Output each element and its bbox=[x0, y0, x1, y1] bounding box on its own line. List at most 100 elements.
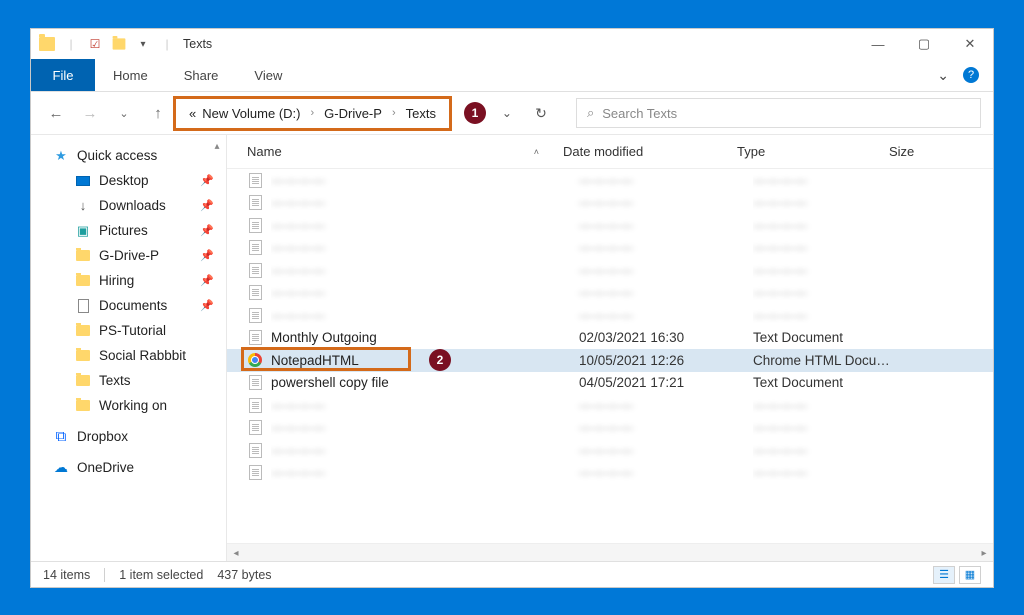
chevron-right-icon[interactable]: › bbox=[310, 107, 314, 119]
sidebar-item[interactable]: Documents 📌 bbox=[31, 293, 226, 318]
sidebar-item[interactable]: Desktop 📌 bbox=[31, 168, 226, 193]
breadcrumb-part-0[interactable]: New Volume (D:) bbox=[202, 106, 300, 121]
sidebar-item[interactable]: ↓ Downloads 📌 bbox=[31, 193, 226, 218]
file-type: Text Document bbox=[753, 330, 905, 345]
txt-file-icon bbox=[247, 217, 263, 233]
status-item-count: 14 items bbox=[43, 568, 90, 582]
txt-file-icon bbox=[247, 240, 263, 256]
file-name: ———— bbox=[271, 308, 579, 323]
file-row[interactable]: powershell copy file 04/05/2021 17:21 Te… bbox=[227, 372, 993, 395]
scrollbar-up-icon[interactable]: ▴ bbox=[210, 137, 224, 155]
recent-locations-icon[interactable]: ⌄ bbox=[111, 100, 137, 126]
new-folder-icon[interactable] bbox=[109, 34, 129, 54]
folder-icon bbox=[75, 348, 91, 364]
sidebar-item[interactable]: Hiring 📌 bbox=[31, 268, 226, 293]
folder-app-icon bbox=[37, 34, 57, 54]
file-row[interactable]: ———— ———— ———— bbox=[227, 259, 993, 282]
sidebar-item-label: Desktop bbox=[99, 173, 149, 188]
file-row[interactable]: ———— ———— ———— bbox=[227, 462, 993, 485]
details-view-button[interactable]: ☰ bbox=[933, 566, 955, 584]
help-icon[interactable]: ? bbox=[963, 67, 979, 83]
file-tab[interactable]: File bbox=[31, 59, 95, 91]
file-row[interactable]: ———— ———— ———— bbox=[227, 304, 993, 327]
address-dropdown-icon[interactable]: ⌄ bbox=[494, 106, 520, 120]
sidebar-quick-access[interactable]: ★ Quick access bbox=[31, 143, 226, 168]
sidebar-item[interactable]: PS-Tutorial bbox=[31, 318, 226, 343]
tab-share[interactable]: Share bbox=[166, 59, 237, 91]
file-row[interactable]: ———— ———— ———— bbox=[227, 394, 993, 417]
back-button[interactable]: ← bbox=[43, 100, 69, 126]
file-name: ———— bbox=[271, 420, 579, 435]
file-type: Text Document bbox=[753, 375, 905, 390]
sidebar-item[interactable]: G-Drive-P 📌 bbox=[31, 243, 226, 268]
file-name: ———— bbox=[271, 195, 579, 210]
refresh-button[interactable]: ↻ bbox=[528, 105, 554, 122]
txt-file-icon bbox=[247, 442, 263, 458]
file-row[interactable]: NotepadHTML 10/05/2021 12:26 Chrome HTML… bbox=[227, 349, 993, 372]
search-placeholder: Search Texts bbox=[602, 106, 677, 121]
column-name[interactable]: Name ˄ bbox=[247, 144, 563, 159]
txt-file-icon bbox=[247, 375, 263, 391]
tab-home[interactable]: Home bbox=[95, 59, 166, 91]
file-date: ———— bbox=[579, 420, 753, 435]
icons-view-button[interactable]: ▦ bbox=[959, 566, 981, 584]
up-button[interactable]: ↑ bbox=[145, 100, 171, 126]
file-row[interactable]: Monthly Outgoing 02/03/2021 16:30 Text D… bbox=[227, 327, 993, 350]
file-name: ———— bbox=[271, 285, 579, 300]
doc-icon bbox=[75, 298, 91, 314]
pin-icon: 📌 bbox=[200, 174, 214, 187]
chevron-right-icon[interactable]: › bbox=[392, 107, 396, 119]
breadcrumb-overflow[interactable]: « bbox=[189, 106, 196, 121]
sidebar-dropbox[interactable]: ⧉ Dropbox bbox=[31, 424, 226, 449]
minimize-button[interactable]: — bbox=[855, 29, 901, 59]
forward-button[interactable]: → bbox=[77, 100, 103, 126]
pin-icon: 📌 bbox=[200, 299, 214, 312]
sidebar-item-label: Downloads bbox=[99, 198, 166, 213]
close-button[interactable]: ✕ bbox=[947, 29, 993, 59]
sidebar-item[interactable]: Social Rabbbit bbox=[31, 343, 226, 368]
file-explorer-window: | ☑ ▾ | Texts — ▢ ✕ File Home Share View… bbox=[30, 28, 994, 588]
sidebar-item[interactable]: ▣ Pictures 📌 bbox=[31, 218, 226, 243]
file-row[interactable]: ———— ———— ———— bbox=[227, 439, 993, 462]
download-icon: ↓ bbox=[75, 198, 91, 214]
file-row[interactable]: ———— ———— ———— bbox=[227, 417, 993, 440]
qat-dropdown-icon[interactable]: ▾ bbox=[133, 34, 153, 54]
file-type: ———— bbox=[753, 308, 905, 323]
column-type[interactable]: Type bbox=[737, 144, 889, 159]
file-date: 04/05/2021 17:21 bbox=[579, 375, 753, 390]
column-date[interactable]: Date modified bbox=[563, 144, 737, 159]
file-row[interactable]: ———— ———— ———— bbox=[227, 169, 993, 192]
horizontal-scrollbar[interactable]: ◂ ▸ bbox=[227, 543, 993, 561]
address-bar[interactable]: « New Volume (D:) › G-Drive-P › Texts bbox=[179, 99, 446, 128]
properties-icon[interactable]: ☑ bbox=[85, 34, 105, 54]
column-label: Name bbox=[247, 144, 282, 159]
tab-view[interactable]: View bbox=[236, 59, 300, 91]
sidebar-item-label: Documents bbox=[99, 298, 167, 313]
pin-icon: 📌 bbox=[200, 274, 214, 287]
search-input[interactable]: ⌕ Search Texts bbox=[576, 98, 981, 128]
sidebar-item-label: Social Rabbbit bbox=[99, 348, 186, 363]
sidebar-item[interactable]: Texts bbox=[31, 368, 226, 393]
file-row[interactable]: ———— ———— ———— bbox=[227, 192, 993, 215]
sidebar-item[interactable]: Working on bbox=[31, 393, 226, 418]
maximize-button[interactable]: ▢ bbox=[901, 29, 947, 59]
file-name: powershell copy file bbox=[271, 375, 579, 390]
onedrive-icon: ☁ bbox=[53, 460, 69, 476]
star-icon: ★ bbox=[53, 148, 69, 164]
file-name: ———— bbox=[271, 263, 579, 278]
column-size[interactable]: Size bbox=[889, 144, 993, 159]
file-row[interactable]: ———— ———— ———— bbox=[227, 214, 993, 237]
breadcrumb-part-1[interactable]: G-Drive-P bbox=[324, 106, 382, 121]
chrome-file-icon bbox=[247, 352, 263, 368]
ribbon: File Home Share View ⌄ ? bbox=[31, 59, 993, 92]
breadcrumb-part-2[interactable]: Texts bbox=[406, 106, 436, 121]
file-row[interactable]: ———— ———— ———— bbox=[227, 237, 993, 260]
sidebar-item-label: PS-Tutorial bbox=[99, 323, 166, 338]
sort-indicator-icon: ˄ bbox=[534, 147, 539, 157]
sidebar-onedrive[interactable]: ☁ OneDrive bbox=[31, 455, 226, 480]
ribbon-collapse-icon[interactable]: ⌄ bbox=[937, 67, 949, 84]
scroll-left-icon[interactable]: ◂ bbox=[227, 544, 245, 561]
sidebar-item-label: Texts bbox=[99, 373, 131, 388]
scroll-right-icon[interactable]: ▸ bbox=[975, 544, 993, 561]
file-row[interactable]: ———— ———— ———— bbox=[227, 282, 993, 305]
